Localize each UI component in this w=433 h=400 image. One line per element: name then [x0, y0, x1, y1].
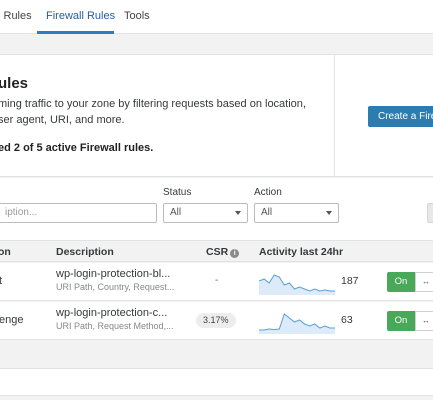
table-row[interactable]: enge wp-login-protection-c... URI Path, …	[0, 302, 433, 340]
bottom-panel	[0, 368, 433, 396]
activity-sparkline	[259, 313, 335, 334]
tab-tools[interactable]: Tools	[124, 10, 150, 22]
filter-bar: iption... Status All Action All	[0, 178, 433, 240]
rule-action: t	[0, 275, 3, 287]
tab-bar: l Rules Firewall Rules Tools	[0, 0, 433, 34]
rule-description[interactable]: wp-login-protection-c...	[56, 307, 167, 319]
rule-toggle-off[interactable]: ↔	[415, 272, 433, 292]
firewall-rules-intro-panel: ules ming traffic to your zone by filter…	[0, 54, 433, 177]
filter-clear-button[interactable]	[427, 203, 433, 223]
rules-table-header: on Description CSR i Activity last 24hr	[0, 240, 433, 262]
status-select[interactable]: All	[163, 203, 248, 223]
sparkline-area	[259, 314, 335, 334]
status-filter-label: Status	[163, 187, 192, 198]
rule-toggle-on[interactable]: On	[387, 272, 415, 292]
chevron-down-icon	[235, 211, 241, 215]
page-title: ules	[0, 75, 29, 92]
column-header-csr: CSR i	[206, 246, 240, 258]
rule-toggle-on[interactable]: On	[387, 311, 415, 331]
column-header-csr-label: CSR	[206, 246, 229, 258]
rule-csr: -	[215, 275, 219, 286]
rule-fields: URI Path, Request Method,...	[56, 321, 174, 331]
tab-waf-rules[interactable]: l Rules	[0, 10, 32, 22]
action-select[interactable]: All	[254, 203, 339, 223]
rule-action: enge	[0, 314, 24, 326]
activity-sparkline	[259, 274, 335, 295]
rule-fields: URI Path, Country, Request...	[56, 282, 175, 292]
table-row[interactable]: t wp-login-protection-bl... URI Path, Co…	[0, 263, 433, 301]
tab-firewall-rules[interactable]: Firewall Rules	[46, 10, 115, 22]
column-header-description: Description	[56, 246, 114, 258]
chevron-down-icon	[326, 211, 332, 215]
activity-count: 187	[341, 275, 359, 287]
rule-description[interactable]: wp-login-protection-bl...	[56, 268, 170, 280]
status-select-value: All	[170, 207, 182, 218]
search-input[interactable]: iption...	[0, 203, 157, 223]
column-header-action: on	[0, 246, 11, 258]
action-filter-label: Action	[254, 187, 282, 198]
column-header-activity: Activity last 24hr	[259, 246, 344, 258]
activity-count: 63	[341, 314, 353, 326]
sparkline-area	[259, 275, 335, 295]
info-icon[interactable]: i	[230, 249, 240, 258]
divider	[334, 55, 335, 176]
active-rules-count: ed 2 of 5 active Firewall rules.	[0, 142, 154, 154]
action-select-value: All	[261, 207, 273, 218]
rule-toggle-off[interactable]: ↔	[415, 311, 433, 331]
active-tab-indicator	[37, 31, 114, 34]
intro-description: ming traffic to your zone by filtering r…	[0, 96, 306, 128]
create-firewall-rule-button[interactable]: Create a Firewall rule	[368, 106, 433, 127]
rule-csr-badge: 3.17%	[196, 313, 236, 328]
intro-description-line-2: ser agent, URI, and more.	[0, 114, 125, 126]
intro-description-line-1: ming traffic to your zone by filtering r…	[0, 98, 306, 110]
